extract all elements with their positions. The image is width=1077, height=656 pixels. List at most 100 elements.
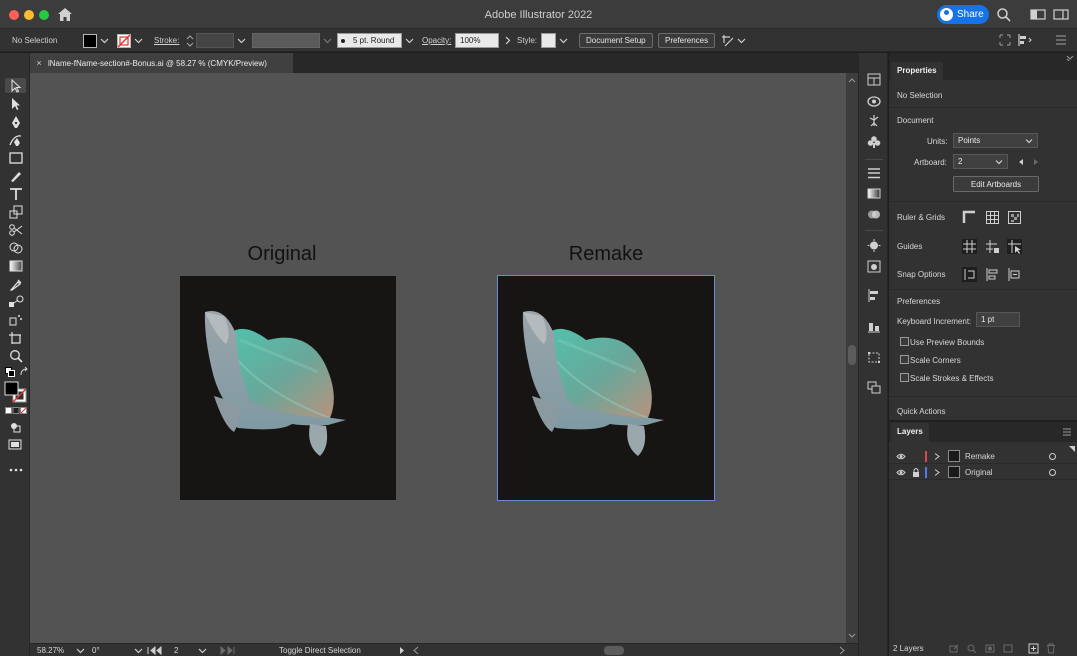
rotation-value[interactable]: 0° bbox=[92, 646, 100, 655]
more-tools-icon[interactable] bbox=[8, 463, 24, 477]
stroke-weight-control[interactable] bbox=[184, 29, 246, 52]
transparency-grid-icon[interactable] bbox=[1007, 210, 1022, 225]
direct-selection-tool-icon[interactable] bbox=[8, 97, 24, 111]
symbol-sprayer-tool-icon[interactable] bbox=[8, 313, 24, 327]
share-button[interactable]: Share bbox=[937, 5, 989, 24]
puppet-warp-icon[interactable] bbox=[867, 114, 881, 127]
opacity-control[interactable]: 100% bbox=[455, 29, 512, 52]
default-fill-stroke-icon[interactable] bbox=[5, 367, 15, 377]
isolate-icon[interactable] bbox=[999, 34, 1011, 46]
fill-swatch[interactable] bbox=[83, 33, 97, 48]
transform-icon[interactable] bbox=[721, 34, 734, 47]
artboard-navigator[interactable]: 2 bbox=[174, 645, 207, 656]
status-menu-arrow-icon[interactable] bbox=[398, 645, 406, 656]
keyboard-increment-input[interactable]: 1 pt bbox=[976, 312, 1020, 327]
fill-stroke-indicator-icon[interactable] bbox=[4, 381, 28, 403]
scale-strokes-effects-checkbox[interactable] bbox=[900, 373, 909, 382]
preferences-button[interactable]: Preferences bbox=[658, 33, 716, 48]
graphic-styles-icon[interactable] bbox=[867, 260, 881, 273]
collapse-panel-icon[interactable] bbox=[1066, 55, 1074, 61]
draw-mode-icon[interactable] bbox=[8, 420, 24, 434]
next-artboard-icon[interactable] bbox=[1032, 158, 1040, 166]
make-clipping-mask-icon[interactable] bbox=[985, 644, 995, 653]
swap-fill-stroke-icon[interactable] bbox=[19, 367, 29, 377]
blend-tool-icon[interactable] bbox=[8, 295, 24, 309]
edit-artboards-button[interactable]: Edit Artboards bbox=[953, 176, 1039, 192]
scale-tool-icon[interactable] bbox=[8, 205, 24, 219]
panel-menu-icon[interactable] bbox=[1062, 428, 1072, 436]
artboard-number[interactable]: 2 bbox=[174, 646, 178, 655]
layer-row-original[interactable]: Original bbox=[889, 465, 1077, 480]
cc-libraries-icon[interactable] bbox=[867, 95, 881, 108]
opacity-input[interactable]: 100% bbox=[455, 33, 499, 48]
stroke-panel-icon[interactable] bbox=[867, 167, 881, 180]
close-window-button[interactable] bbox=[9, 10, 19, 20]
lock-icon[interactable] bbox=[912, 465, 920, 480]
close-icon[interactable]: × bbox=[30, 58, 48, 68]
stroke-color-control[interactable] bbox=[117, 29, 143, 52]
symbols-icon[interactable] bbox=[867, 135, 881, 148]
first-artboard-icon[interactable] bbox=[146, 645, 164, 656]
snap-to-pixel-icon[interactable] bbox=[1007, 267, 1022, 282]
zoom-level-value[interactable]: 58.27% bbox=[37, 646, 64, 655]
target-circle-icon[interactable] bbox=[1048, 449, 1057, 464]
layer-name[interactable]: Original bbox=[965, 465, 993, 480]
artboard-original[interactable] bbox=[180, 276, 396, 500]
scroll-left-icon[interactable] bbox=[412, 645, 420, 656]
artboard-tool-icon[interactable] bbox=[8, 331, 24, 345]
layer-name[interactable]: Remake bbox=[965, 449, 995, 464]
transform-options-control[interactable] bbox=[721, 29, 746, 52]
appearance-icon[interactable] bbox=[867, 239, 881, 252]
paintbrush-tool-icon[interactable] bbox=[8, 169, 24, 183]
rectangle-tool-icon[interactable] bbox=[8, 151, 24, 165]
expand-arrow-icon[interactable] bbox=[933, 465, 941, 480]
transparency-icon[interactable] bbox=[867, 208, 881, 221]
scroll-up-icon[interactable] bbox=[848, 77, 856, 83]
target-circle-icon[interactable] bbox=[1048, 465, 1057, 480]
fill-color-control[interactable] bbox=[83, 29, 109, 52]
type-tool-icon[interactable] bbox=[8, 187, 24, 201]
snap-to-glyph-icon[interactable] bbox=[985, 267, 1000, 282]
use-preview-bounds-checkbox[interactable] bbox=[900, 337, 909, 346]
stroke-label[interactable]: Stroke: bbox=[154, 29, 179, 52]
visibility-eye-icon[interactable] bbox=[896, 449, 906, 464]
gradient-panel-icon[interactable] bbox=[867, 187, 881, 200]
scrollbar-thumb[interactable] bbox=[848, 345, 856, 365]
gradient-tool-icon[interactable] bbox=[8, 259, 24, 273]
no-stroke-swatch-icon[interactable] bbox=[117, 33, 131, 48]
tab-layers[interactable]: Layers bbox=[891, 423, 929, 442]
curvature-tool-icon[interactable] bbox=[8, 133, 24, 147]
smart-guides-icon[interactable] bbox=[1007, 239, 1022, 254]
show-guides-icon[interactable] bbox=[962, 239, 977, 254]
artboards-panel-icon[interactable] bbox=[867, 381, 881, 394]
search-icon[interactable] bbox=[996, 7, 1012, 22]
vertical-scrollbar[interactable] bbox=[846, 73, 858, 643]
last-artboard-icon[interactable] bbox=[218, 645, 238, 656]
workspace-switcher-icon[interactable] bbox=[1053, 7, 1069, 22]
units-select[interactable]: Points bbox=[953, 133, 1038, 148]
chevron-right-icon[interactable] bbox=[503, 36, 512, 45]
align-panel-icon[interactable] bbox=[867, 289, 881, 302]
scroll-right-icon[interactable] bbox=[838, 645, 846, 656]
color-mode-buttons-icon[interactable] bbox=[5, 407, 27, 414]
canvas[interactable]: Original Remake bbox=[30, 73, 846, 643]
rotation-view[interactable]: 0° bbox=[92, 645, 143, 656]
create-sublayer-icon[interactable] bbox=[1003, 644, 1013, 653]
artboard-select[interactable]: 2 bbox=[953, 154, 1008, 169]
screen-mode-icon[interactable] bbox=[8, 438, 24, 452]
panel-menu-icon[interactable] bbox=[1055, 35, 1067, 45]
previous-artboard-icon[interactable] bbox=[1017, 158, 1025, 166]
scale-corners-checkbox[interactable] bbox=[900, 355, 909, 364]
eyedropper-tool-icon[interactable] bbox=[8, 277, 24, 291]
layer-row-remake[interactable]: Remake bbox=[889, 449, 1077, 464]
stroke-weight-input[interactable] bbox=[196, 33, 234, 48]
variable-width-profile[interactable] bbox=[252, 29, 332, 52]
create-new-layer-icon[interactable] bbox=[1028, 643, 1039, 654]
expand-arrow-icon[interactable] bbox=[933, 449, 941, 464]
transform-panel-icon[interactable] bbox=[867, 351, 881, 364]
scissors-tool-icon[interactable] bbox=[8, 223, 24, 237]
horizontal-scrollbar-thumb[interactable] bbox=[604, 646, 624, 655]
home-icon[interactable] bbox=[57, 7, 73, 22]
tab-properties[interactable]: Properties bbox=[891, 62, 943, 80]
brush-definition[interactable]: 5 pt. Round bbox=[337, 29, 414, 52]
